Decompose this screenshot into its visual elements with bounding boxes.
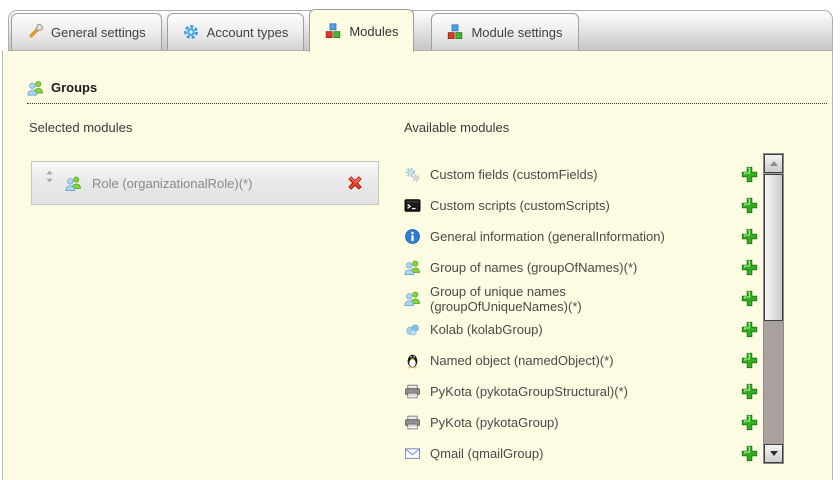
add-module-button green-plus-icon[interactable] (741, 290, 758, 307)
tab-label: Module settings (471, 24, 563, 40)
printer-icon (404, 383, 421, 400)
add-module-button green-plus-icon[interactable] (741, 166, 758, 183)
group-icon (27, 79, 44, 96)
scroll-up-button[interactable] (764, 154, 783, 173)
modules-panel: Groups Selected modules Available module… (2, 51, 833, 480)
list-item: Custom fields (customFields) (404, 159, 758, 190)
list-item: Kolab (kolabGroup) (404, 314, 758, 345)
module-name: PyKota (pykotaGroup) (430, 415, 559, 430)
module-name: Named object (namedObject)(*) (430, 353, 614, 368)
kolab-icon (404, 321, 421, 338)
tab-label: Modules (349, 23, 399, 39)
list-item: Qmail (qmailGroup) (404, 438, 758, 469)
modules-cubes-icon (447, 24, 464, 41)
module-name: Custom scripts (customScripts) (430, 198, 610, 213)
up-down-arrow-icon[interactable] (44, 170, 55, 196)
add-module-button green-plus-icon[interactable] (741, 321, 758, 338)
add-module-button green-plus-icon[interactable] (741, 414, 758, 431)
scrollbar-thumb[interactable] (764, 174, 783, 321)
modules-cubes-icon (325, 23, 342, 40)
list-item: PyKota (pykotaGroupStructural)(*) (404, 376, 758, 407)
info-icon (404, 228, 421, 245)
wrench-icon (27, 24, 44, 41)
list-item: General information (generalInformation) (404, 221, 758, 252)
add-module-button green-plus-icon[interactable] (741, 383, 758, 400)
available-modules-label: Available modules (404, 120, 510, 135)
add-module-button green-plus-icon[interactable] (741, 259, 758, 276)
printer-icon (404, 414, 421, 431)
group-icon (404, 259, 421, 276)
module-name: PyKota (pykotaGroupStructural)(*) (430, 384, 628, 399)
list-item: Group of unique names (groupOfUniqueName… (404, 283, 758, 314)
add-module-button green-plus-icon[interactable] (741, 228, 758, 245)
available-modules-scrollbar[interactable] (763, 153, 784, 464)
down-arrow-icon (769, 451, 778, 456)
module-name: Custom fields (customFields) (430, 167, 598, 182)
add-module-button green-plus-icon[interactable] (741, 197, 758, 214)
up-arrow-icon (769, 161, 778, 166)
available-modules-list: Custom fields (customFields) Custom scri… (404, 159, 758, 469)
add-module-button green-plus-icon[interactable] (741, 445, 758, 462)
tab-module-settings[interactable]: Module settings (431, 13, 579, 50)
tab-account-types[interactable]: Account types (166, 13, 305, 50)
section-title: Groups (51, 80, 98, 95)
selected-module-name: Role (organizationalRole)(*) (92, 175, 253, 191)
module-name: Qmail (qmailGroup) (430, 446, 544, 461)
scroll-down-button[interactable] (764, 444, 783, 463)
gears-icon (404, 166, 421, 183)
module-name: Group of unique names (groupOfUniqueName… (430, 283, 582, 314)
remove-module-button red-x-icon[interactable] (346, 174, 364, 192)
section-heading-groups: Groups (27, 79, 827, 104)
gear-icon (183, 24, 200, 41)
list-item: PyKota (pykotaGroup) (404, 407, 758, 438)
selected-modules-label: Selected modules (29, 120, 133, 135)
tab-bar: General settings Account types Modules M… (8, 9, 833, 52)
terminal-icon (404, 197, 421, 214)
selected-module-row: Role (organizationalRole)(*) (31, 161, 379, 205)
module-name: General information (generalInformation) (430, 229, 665, 244)
penguin-icon (404, 352, 421, 369)
group-icon (404, 290, 421, 307)
tab-modules[interactable]: Modules (309, 9, 415, 52)
group-icon (65, 175, 82, 192)
tab-general-settings[interactable]: General settings (11, 13, 162, 50)
add-module-button green-plus-icon[interactable] (741, 352, 758, 369)
list-item: Named object (namedObject)(*) (404, 345, 758, 376)
tab-label: Account types (206, 24, 289, 40)
list-item: Group of names (groupOfNames)(*) (404, 252, 758, 283)
module-name: Group of names (groupOfNames)(*) (430, 260, 638, 275)
tab-label: General settings (51, 24, 146, 40)
list-item: Custom scripts (customScripts) (404, 190, 758, 221)
envelope-icon (404, 445, 421, 462)
module-name: Kolab (kolabGroup) (430, 322, 543, 337)
